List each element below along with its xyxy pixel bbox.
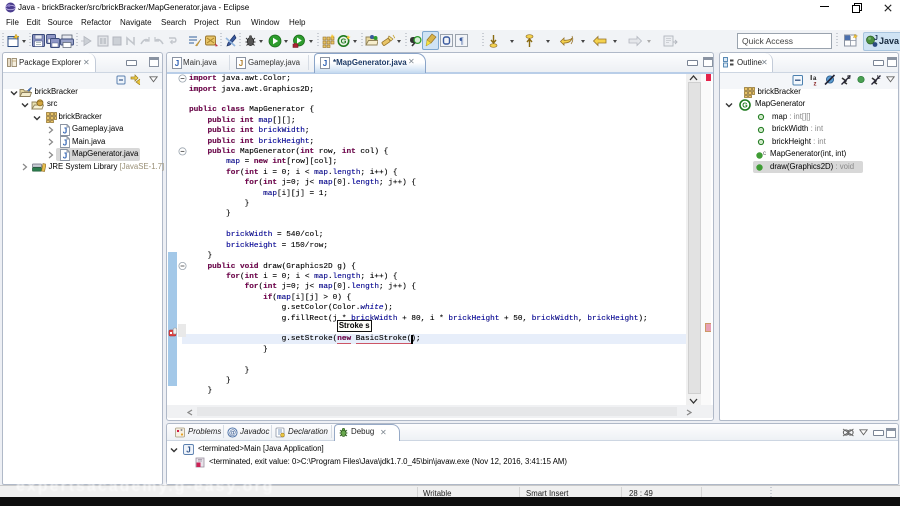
svg-text:c: c [763, 151, 766, 157]
svg-text:J: J [874, 35, 878, 42]
svg-text:J: J [62, 151, 66, 160]
svg-text:J: J [62, 139, 66, 148]
svg-text:J: J [323, 59, 327, 68]
svg-text:z: z [814, 82, 817, 87]
svg-text:J: J [186, 445, 190, 454]
svg-text:J: J [175, 59, 179, 68]
svg-text:¶: ¶ [459, 36, 463, 46]
svg-text:J: J [62, 126, 66, 135]
svg-text:J: J [239, 59, 243, 68]
svg-text:G: G [742, 102, 748, 109]
svg-text:G: G [341, 37, 347, 46]
svg-text:@: @ [229, 430, 236, 437]
